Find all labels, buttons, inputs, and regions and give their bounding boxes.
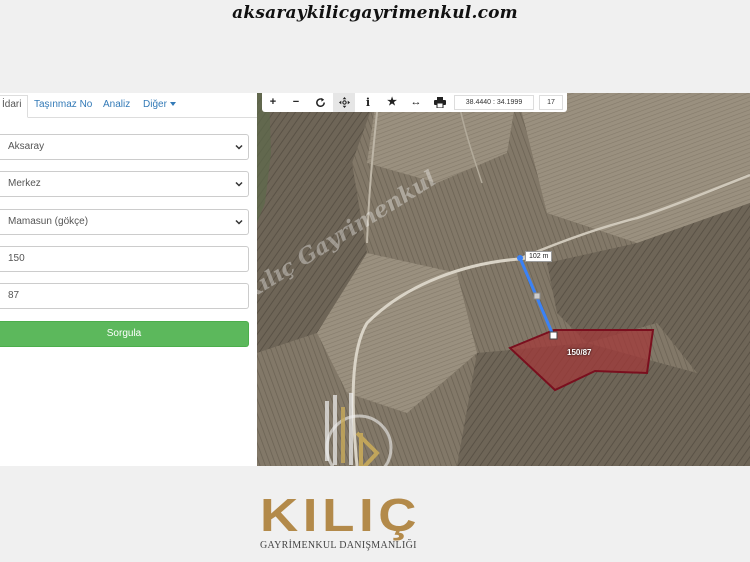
coordinate-readout: 38.4440 : 34.1999: [454, 95, 534, 110]
chevron-down-icon: [235, 219, 243, 225]
brand-logo: KILIÇ GAYRİMENKUL DANIŞMANLIĞI: [260, 492, 460, 558]
refresh-icon[interactable]: [309, 93, 331, 112]
star-icon[interactable]: ★: [381, 93, 403, 112]
zoom-level-readout: 17: [539, 95, 563, 110]
district-select[interactable]: Merkez: [0, 171, 249, 197]
brand-name: KILIÇ: [260, 489, 422, 541]
neighborhood-value: Mamasun (gökçe): [8, 216, 89, 227]
query-panel: İdari Taşınmaz No Analiz Diğer Aksaray M…: [0, 93, 257, 466]
tab-idari[interactable]: İdari: [0, 95, 29, 118]
tab-diger-label: Diğer: [143, 99, 167, 110]
tab-diger[interactable]: Diğer: [143, 96, 176, 114]
print-icon[interactable]: [429, 93, 451, 112]
zoom-out-icon[interactable]: −: [285, 93, 307, 112]
brand-tagline: GAYRİMENKUL DANIŞMANLIĞI: [260, 540, 417, 551]
panel-tabs: İdari Taşınmaz No Analiz Diğer: [0, 93, 257, 118]
tab-analiz[interactable]: Analiz: [103, 96, 130, 114]
pan-icon[interactable]: [333, 93, 355, 112]
measure-label: 102 m: [525, 251, 553, 262]
province-select[interactable]: Aksaray: [0, 134, 249, 160]
zoom-in-icon[interactable]: +: [262, 93, 284, 112]
query-button[interactable]: Sorgula: [0, 321, 249, 347]
neighborhood-select[interactable]: Mamasun (gökçe): [0, 209, 249, 235]
site-url: aksaraykilicgayrimenkul.com: [232, 3, 518, 23]
parcel-label: 150/87: [567, 348, 592, 357]
logo-silhouette-icon: [325, 393, 393, 466]
caret-down-icon: [169, 102, 176, 107]
chevron-down-icon: [235, 144, 243, 150]
tab-tasinmaz-no[interactable]: Taşınmaz No: [34, 96, 92, 114]
province-value: Aksaray: [8, 141, 45, 152]
chevron-down-icon: [235, 181, 243, 187]
district-value: Merkez: [8, 178, 41, 189]
map-toolbar: + − i ★ ↔ 38.4440 : 34.1999 17: [262, 93, 567, 112]
block-input[interactable]: 150: [0, 246, 249, 272]
satellite-map[interactable]: Kılıç Gayrimenkul 102 m 150/87: [257, 93, 750, 466]
info-icon[interactable]: i: [357, 93, 379, 112]
parcel-input[interactable]: 87: [0, 283, 249, 309]
measure-icon[interactable]: ↔: [405, 93, 427, 112]
